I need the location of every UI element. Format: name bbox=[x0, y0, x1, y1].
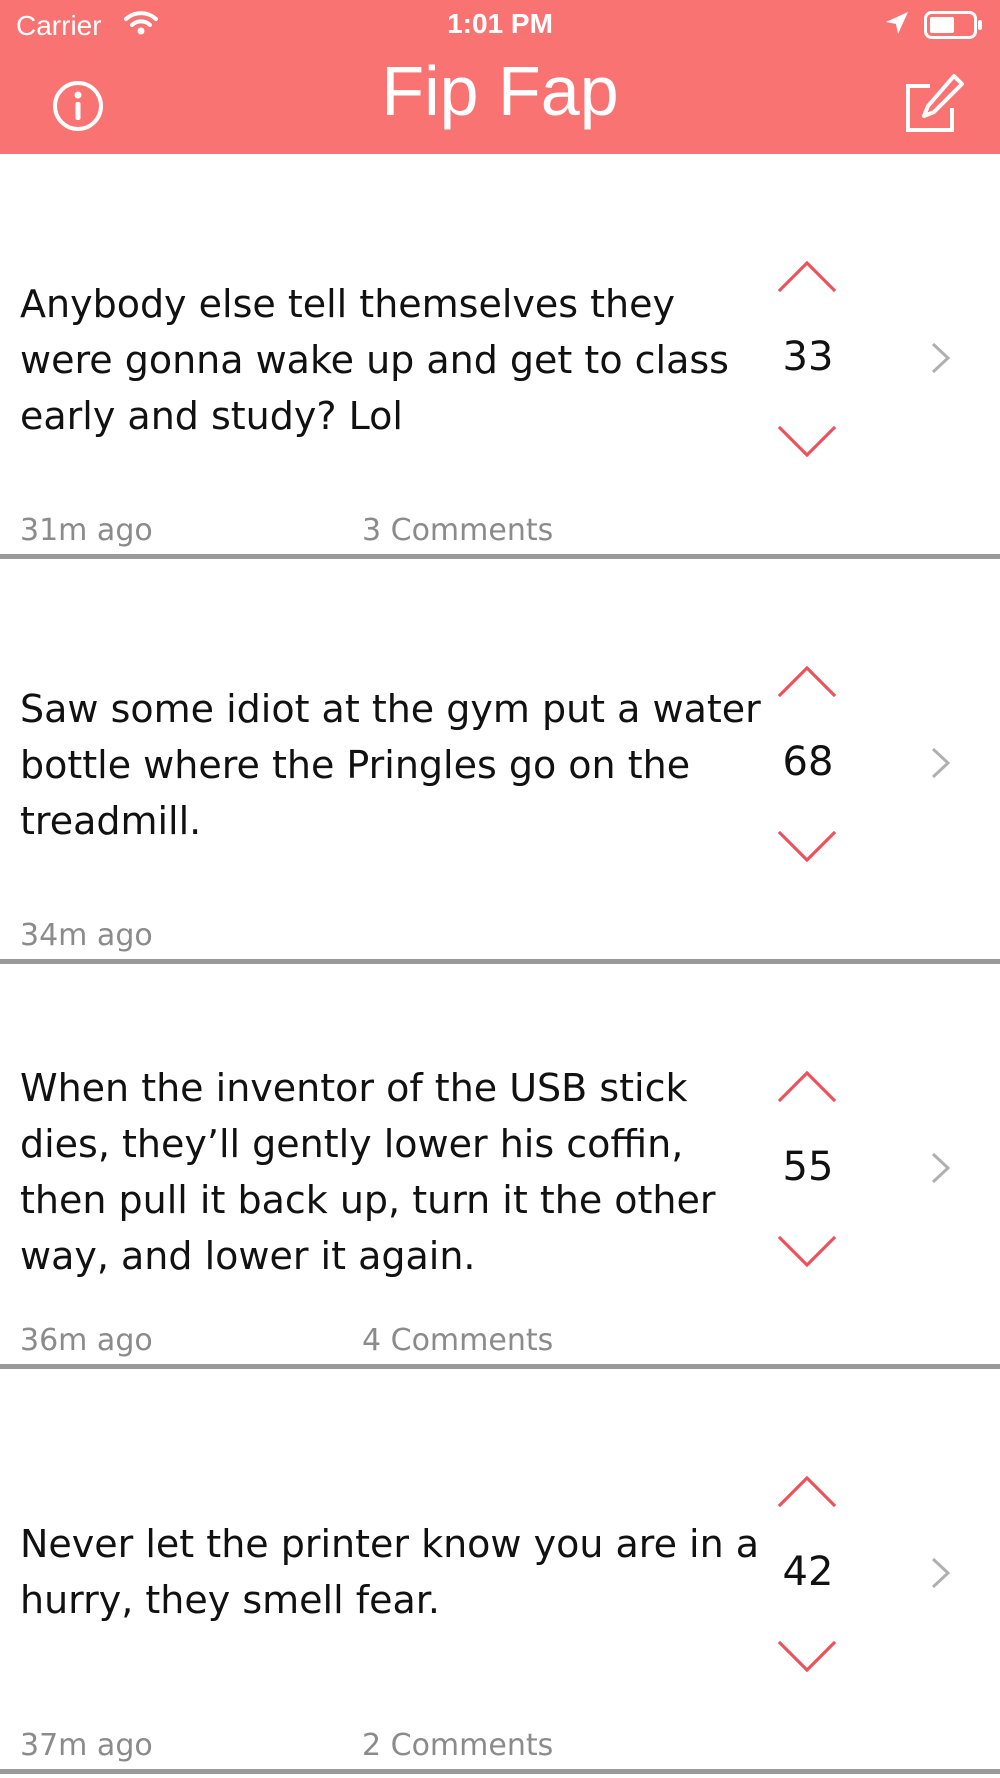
comments-link[interactable]: 4 Comments bbox=[362, 1323, 553, 1358]
post-time: 31m ago bbox=[20, 513, 153, 548]
post-time: 34m ago bbox=[20, 918, 153, 953]
post-feed: Anybody else tell themselves they were g… bbox=[0, 154, 1000, 1774]
status-time: 1:01 PM bbox=[447, 8, 553, 39]
upvote-icon[interactable] bbox=[776, 1473, 838, 1511]
post-text: Anybody else tell themselves they were g… bbox=[20, 282, 729, 438]
post-item[interactable]: When the inventor of the USB stick dies,… bbox=[0, 964, 1000, 1369]
compose-icon[interactable] bbox=[902, 72, 966, 136]
upvote-icon[interactable] bbox=[776, 1068, 838, 1106]
post-text: When the inventor of the USB stick dies,… bbox=[20, 1066, 716, 1278]
vote-count: 33 bbox=[782, 334, 834, 380]
chevron-right-icon[interactable] bbox=[928, 1150, 954, 1186]
downvote-icon[interactable] bbox=[776, 422, 838, 460]
post-time: 36m ago bbox=[20, 1323, 153, 1358]
status-bar: Carrier 1:01 PM bbox=[0, 0, 1000, 50]
chevron-right-icon[interactable] bbox=[928, 745, 954, 781]
post-text: Saw some idiot at the gym put a water bo… bbox=[20, 687, 761, 843]
location-arrow-icon bbox=[886, 12, 908, 34]
app-header: Carrier 1:01 PM Fip Fap bbox=[0, 0, 1000, 154]
post-time: 37m ago bbox=[20, 1728, 153, 1763]
downvote-icon[interactable] bbox=[776, 1232, 838, 1270]
post-text: Never let the printer know you are in a … bbox=[20, 1522, 760, 1622]
comments-link[interactable]: 3 Comments bbox=[362, 513, 553, 548]
upvote-icon[interactable] bbox=[776, 258, 838, 296]
post-item[interactable]: Anybody else tell themselves they were g… bbox=[0, 154, 1000, 559]
vote-count: 55 bbox=[782, 1144, 834, 1190]
downvote-icon[interactable] bbox=[776, 827, 838, 865]
upvote-icon[interactable] bbox=[776, 663, 838, 701]
downvote-icon[interactable] bbox=[776, 1637, 838, 1675]
post-item[interactable]: Never let the printer know you are in a … bbox=[0, 1369, 1000, 1774]
vote-count: 68 bbox=[782, 739, 834, 785]
vote-count: 42 bbox=[782, 1549, 834, 1595]
post-item[interactable]: Saw some idiot at the gym put a water bo… bbox=[0, 559, 1000, 964]
battery-icon bbox=[924, 11, 982, 39]
divider bbox=[0, 1769, 1000, 1774]
chevron-right-icon[interactable] bbox=[928, 1555, 954, 1591]
app-title: Fip Fap bbox=[381, 52, 619, 130]
chevron-right-icon[interactable] bbox=[928, 340, 954, 376]
comments-link[interactable]: 2 Comments bbox=[362, 1728, 553, 1763]
info-icon[interactable] bbox=[50, 78, 106, 134]
